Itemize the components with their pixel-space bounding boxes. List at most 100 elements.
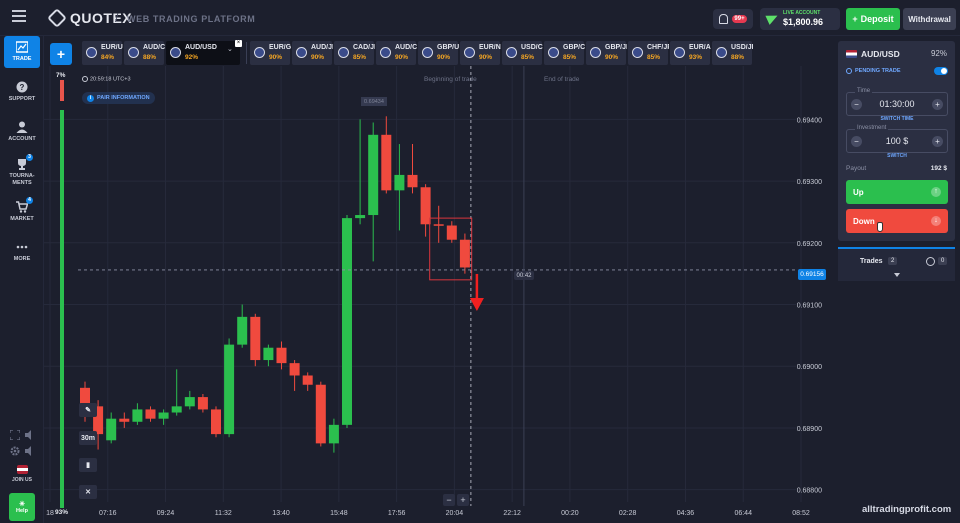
sidebar-item-tournaments[interactable]: 3 TOURNA- MENTS — [4, 154, 40, 190]
clock-icon[interactable] — [926, 257, 935, 266]
y-tick-label: 0.68800 — [797, 488, 822, 495]
asset-payout: 85% — [521, 54, 535, 61]
panel-payout-pct: 92% — [930, 49, 947, 58]
current-price-tag: 0.69156 — [798, 269, 826, 280]
candle-body — [184, 397, 195, 407]
withdrawal-button[interactable]: Withdrawal — [903, 8, 956, 30]
notifications-badge: 99+ — [732, 15, 747, 23]
bar-chart-icon: ▮ — [86, 462, 90, 469]
asset-name: AUD/JPY — [311, 44, 333, 51]
deposit-button[interactable]: + Deposit — [846, 8, 900, 30]
indicators-button[interactable]: ✕ — [79, 485, 97, 499]
help-button[interactable]: ✳ Help — [9, 493, 35, 521]
sentiment-down-fill — [60, 80, 64, 102]
menu-icon[interactable] — [12, 10, 26, 22]
add-asset-button[interactable]: + — [50, 43, 72, 65]
asset-payout: 90% — [437, 54, 451, 61]
candle-body — [381, 134, 392, 191]
asset-tab[interactable]: CAD/JPY 85% — [334, 41, 375, 65]
asset-tab[interactable]: AUD/CHF 90% — [376, 41, 417, 65]
beginning-of-trade-label: Beginning of trade — [424, 76, 477, 83]
sidebar-item-support[interactable]: ? SUPPORT — [4, 76, 40, 108]
sound-icon[interactable] — [25, 427, 35, 440]
x-tick-label: 07:16 — [99, 510, 117, 517]
asset-tab[interactable]: GBP/USD 90% — [418, 41, 459, 65]
asset-tab[interactable]: CHF/JPY 85% — [628, 41, 669, 65]
asset-payout: 90% — [269, 54, 283, 61]
logo-icon — [47, 8, 67, 28]
pending-trade-label: PENDING TRADE — [846, 68, 901, 74]
x-tick-label: 09:24 — [157, 510, 175, 517]
arrow-up-icon: ↑ — [931, 187, 941, 197]
flag-icon — [548, 47, 559, 58]
hover-price-tag: 0.69434 — [361, 97, 387, 106]
asset-tab[interactable]: EUR/USD 84% — [82, 41, 123, 65]
down-button[interactable]: Down ↓ — [846, 209, 948, 233]
candle-body — [420, 187, 431, 225]
deposit-label: Deposit — [860, 14, 894, 24]
asset-tab[interactable]: AUD/JPY 90% — [292, 41, 333, 65]
watermark: alltradingprofit.com — [862, 504, 952, 515]
candle-body — [132, 409, 143, 422]
flag-icon — [338, 47, 349, 58]
expand-icon[interactable] — [9, 427, 21, 441]
sidebar-item-market[interactable]: 4 MARKET — [4, 196, 40, 228]
asset-name: GBP/JPY — [605, 44, 627, 51]
pending-trade-toggle[interactable] — [934, 67, 948, 75]
sidebar-item-trade[interactable]: TRADE — [4, 36, 40, 68]
switch-time-link[interactable]: SWITCH TIME — [847, 116, 947, 122]
pointer-cursor — [877, 222, 883, 232]
join-us-button[interactable]: JOIN US — [9, 461, 35, 487]
asset-tab[interactable]: EUR/NZD 90% — [460, 41, 501, 65]
trades-tab[interactable]: Trades — [860, 258, 883, 265]
draw-tool-button[interactable]: ✎ — [79, 403, 97, 417]
chevron-down-icon[interactable] — [894, 273, 900, 277]
asset-tab[interactable]: GBP/JPY 90% — [586, 41, 627, 65]
chevron-down-icon[interactable]: ⌄ — [227, 45, 233, 53]
candle-body — [289, 363, 300, 376]
asset-name: AUD/CHF — [395, 44, 417, 51]
help-icon: ✳ — [19, 501, 25, 508]
sidebar-item-label: TOURNA- MENTS — [9, 173, 35, 186]
asset-tab[interactable]: GBP/CAD 85% — [544, 41, 585, 65]
sidebar-item-more[interactable]: MORE — [4, 236, 40, 268]
pair-information-button[interactable]: i PAIR INFORMATION — [82, 92, 155, 104]
investment-field[interactable]: Investment − 100 $ + SWITCH — [846, 125, 948, 159]
up-button[interactable]: Up ↑ — [846, 180, 948, 204]
top-bar: QUOTEX / WEB TRADING PLATFORM 99+ LIVE A… — [0, 0, 960, 36]
sidebar-item-account[interactable]: ACCOUNT — [4, 116, 40, 148]
asset-payout: 85% — [647, 54, 661, 61]
x-tick-label: 06:44 — [734, 510, 752, 517]
account-balance[interactable]: LIVE ACCOUNT $1,800.96 — [760, 8, 840, 30]
candle-body — [433, 224, 444, 226]
asset-name: CHF/JPY — [647, 44, 669, 51]
chart-type-button[interactable]: ▮ — [79, 458, 97, 472]
candle-body — [459, 239, 470, 268]
time-field[interactable]: Time − 01:30:00 + SWITCH TIME — [846, 88, 948, 122]
candlestick-chart[interactable]: 18 07:16 09:24 11:32 13:40 15:48 17:56 20:04 22:… — [44, 66, 836, 523]
flag-icon — [296, 47, 307, 58]
price-chart[interactable]: 18 07:16 09:24 11:32 13:40 15:48 17:56 20:04 22:… — [44, 66, 836, 523]
asset-name: EUR/GBP — [269, 44, 291, 51]
volume-icon[interactable] — [25, 443, 35, 456]
close-icon[interactable]: × — [235, 40, 242, 47]
zoom-in-button[interactable]: + — [457, 494, 469, 506]
asset-tab[interactable]: USD/CAD 85% — [502, 41, 543, 65]
time-increase-button[interactable]: + — [932, 99, 943, 110]
gear-icon[interactable] — [10, 443, 20, 456]
notifications-button[interactable]: 99+ — [713, 9, 753, 29]
asset-tab[interactable]: AUD/CAD 88% — [124, 41, 165, 65]
candle-body — [355, 215, 366, 219]
asset-tab[interactable]: EUR/AUD 93% — [670, 41, 711, 65]
logo[interactable]: QUOTEX — [47, 8, 132, 28]
asset-tab[interactable]: USD/JPY 88% — [712, 41, 753, 65]
y-tick-label: 0.68900 — [797, 426, 822, 433]
zoom-out-button[interactable]: − — [443, 494, 455, 506]
investment-increase-button[interactable]: + — [932, 136, 943, 147]
asset-tab[interactable]: EUR/GBP 90% — [250, 41, 291, 65]
y-tick-label: 0.69300 — [797, 179, 822, 186]
switch-link[interactable]: SWITCH — [847, 153, 947, 159]
panel-pair[interactable]: AUD/USD — [846, 49, 900, 59]
sidebar: TRADE ? SUPPORT ACCOUNT 3 TOURNA- MENTS … — [0, 36, 44, 523]
timeframe-button[interactable]: 30m — [79, 431, 97, 445]
